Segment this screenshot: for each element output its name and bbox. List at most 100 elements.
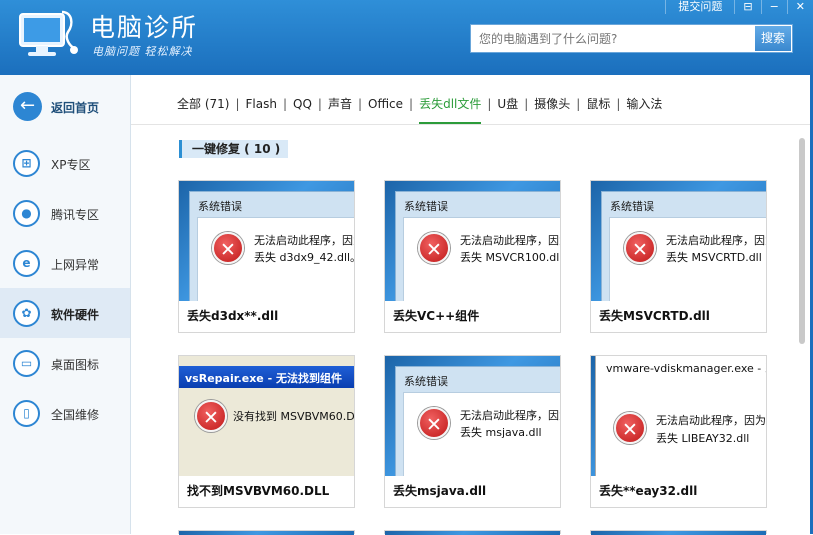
dialog-body: ✕ 无法启动此程序，因为 丢失 MSVCRTD.dll <box>609 217 766 301</box>
back-home-label: 返回首页 <box>51 101 100 115</box>
dialog-message: 无法启动此程序，因为 <box>460 234 560 247</box>
sidebar-item-label: 桌面图标 <box>51 358 100 372</box>
fix-card-partial[interactable] <box>384 530 561 535</box>
close-icon[interactable]: ✕ <box>786 0 813 14</box>
tab-mouse[interactable]: 鼠标 <box>586 96 610 124</box>
qq-penguin-icon: ● <box>13 200 40 227</box>
tab-separator: | <box>317 97 322 111</box>
error-dialog: 系统错误 ✕ 无法启动此程序，因为 丢失 MSVCRTD.dll <box>601 191 766 301</box>
tab-office[interactable]: Office <box>368 96 403 124</box>
search-input[interactable] <box>471 25 755 52</box>
dialog-message: 丢失 MSVCR100.dll <box>460 251 560 264</box>
sidebar: ← 返回首页 ⊞ XP专区 ● 腾讯专区 e 上网异常 ✿ 软件硬件 ▭ 桌面图… <box>0 75 131 534</box>
card-thumbnail <box>385 531 560 535</box>
error-icon: ✕ <box>212 232 244 264</box>
dialog-message: 丢失 MSVCRTD.dll <box>666 251 762 264</box>
back-home-button[interactable]: ← 返回首页 <box>0 75 130 137</box>
software-hardware-icon: ✿ <box>13 300 40 327</box>
search-button[interactable]: 搜索 <box>755 26 791 51</box>
error-icon: ✕ <box>614 412 646 444</box>
minimize-icon[interactable]: − <box>760 0 787 14</box>
fix-card[interactable]: 系统错误 ✕ 无法启动此程序，因为 丢失 MSVCRTD.dll 丢失MSVCR… <box>590 180 767 333</box>
sidebar-item-label: 腾讯专区 <box>51 208 100 222</box>
tab-flash[interactable]: Flash <box>246 96 277 124</box>
search-box: 搜索 <box>470 24 793 53</box>
card-label: 丢失VC++组件 <box>393 309 480 323</box>
dialog-message: 丢失 LIBEAY32.dll <box>656 432 750 445</box>
tab-input-method[interactable]: 输入法 <box>626 96 662 124</box>
content-scrollbar[interactable] <box>797 130 807 534</box>
error-icon: ✕ <box>624 232 656 264</box>
sidebar-item-xp[interactable]: ⊞ XP专区 <box>0 138 130 188</box>
tab-separator: | <box>235 97 240 111</box>
xp-title-bar: vsRepair.exe - 无法找到组件 <box>179 366 354 388</box>
sidebar-item-software-hardware[interactable]: ✿ 软件硬件 <box>0 288 130 338</box>
ie-browser-icon: e <box>13 250 40 277</box>
error-icon: ✕ <box>418 407 450 439</box>
dialog-message: 无法启动此程序，因为 <box>666 234 766 247</box>
card-thumbnail: vmware-vdiskmanager.exe - 系 ✕ 无法启动此程序，因为… <box>591 356 766 476</box>
fix-card[interactable]: vsRepair.exe - 无法找到组件 ✕ 没有找到 MSVBVM60.DL… <box>178 355 355 508</box>
app-header: 电脑诊所 电脑问题 轻松解决 提交问题 ⊟ − ✕ 搜索 <box>0 0 813 75</box>
card-label: 找不到MSVBVM60.DLL <box>187 484 330 498</box>
error-dialog: 系统错误 ✕ 无法启动此程序，因为 丢失 msjava.dll <box>395 366 560 476</box>
app-slogan: 电脑问题 轻松解决 <box>92 45 193 58</box>
dialog-title: 系统错误 <box>404 375 448 388</box>
card-thumbnail <box>179 531 354 535</box>
tab-camera[interactable]: 摄像头 <box>534 96 570 124</box>
back-arrow-icon: ← <box>13 92 42 121</box>
tab-separator: | <box>409 97 414 111</box>
feedback-link[interactable]: 提交问题 <box>665 0 734 14</box>
windows-icon: ⊞ <box>13 150 40 177</box>
tabs-divider <box>131 124 811 125</box>
card-label: 丢失**eay32.dll <box>599 484 698 498</box>
card-label: 丢失d3dx**.dll <box>187 309 279 323</box>
error-dialog: 系统错误 ✕ 无法启动此程序，因为 丢失 d3dx9_42.dll。 <box>189 191 354 301</box>
fix-card-partial[interactable] <box>590 530 767 535</box>
dialog-title: vmware-vdiskmanager.exe - 系 <box>606 362 766 375</box>
fix-card-partial[interactable] <box>178 530 355 535</box>
tab-separator: | <box>487 97 492 111</box>
dialog-title: 系统错误 <box>610 200 654 213</box>
tab-all[interactable]: 全部 (71) <box>177 96 229 124</box>
sidebar-item-label: 全国维修 <box>51 408 100 422</box>
tab-sound[interactable]: 声音 <box>328 96 352 124</box>
tab-missing-dll[interactable]: 丢失dll文件 <box>419 96 482 124</box>
card-thumbnail: 系统错误 ✕ 无法启动此程序，因为 丢失 MSVCRTD.dll <box>591 181 766 301</box>
sidebar-item-internet[interactable]: e 上网异常 <box>0 238 130 288</box>
dialog-body: ✕ 没有找到 MSVBVM60.DLL <box>179 388 354 476</box>
sidebar-item-label: 上网异常 <box>51 258 100 272</box>
phone-icon: ▯ <box>13 400 40 427</box>
dialog-title: 系统错误 <box>404 200 448 213</box>
dialog-message: 无法启动此程序，因为 <box>656 414 766 427</box>
card-thumbnail: 系统错误 ✕ 无法启动此程序，因为 丢失 MSVCR100.dll <box>385 181 560 301</box>
fix-card[interactable]: vmware-vdiskmanager.exe - 系 ✕ 无法启动此程序，因为… <box>590 355 767 508</box>
menu-icon[interactable]: ⊟ <box>734 0 760 14</box>
dialog-title: vsRepair.exe - 无法找到组件 <box>185 372 342 385</box>
dialog-body: ✕ 无法启动此程序，因为 丢失 MSVCR100.dll <box>403 217 560 301</box>
fix-card[interactable]: 系统错误 ✕ 无法启动此程序，因为 丢失 MSVCR100.dll 丢失VC++… <box>384 180 561 333</box>
sidebar-item-label: 软件硬件 <box>51 308 100 322</box>
tab-qq[interactable]: QQ <box>293 96 312 124</box>
sidebar-item-tencent[interactable]: ● 腾讯专区 <box>0 188 130 238</box>
fix-card[interactable]: 系统错误 ✕ 无法启动此程序，因为 丢失 msjava.dll 丢失msjava… <box>384 355 561 508</box>
error-icon: ✕ <box>418 232 450 264</box>
card-thumbnail: 系统错误 ✕ 无法启动此程序，因为 丢失 msjava.dll <box>385 356 560 476</box>
card-label: 丢失msjava.dll <box>393 484 487 498</box>
scrollbar-thumb[interactable] <box>799 138 805 344</box>
tab-separator: | <box>357 97 362 111</box>
fix-card[interactable]: 系统错误 ✕ 无法启动此程序，因为 丢失 d3dx9_42.dll。 丢失d3d… <box>178 180 355 333</box>
sidebar-item-desktop-icons[interactable]: ▭ 桌面图标 <box>0 338 130 388</box>
sidebar-item-repair[interactable]: ▯ 全国维修 <box>0 388 130 438</box>
error-dialog: 系统错误 ✕ 无法启动此程序，因为 丢失 MSVCR100.dll <box>395 191 560 301</box>
tab-separator: | <box>576 97 581 111</box>
dialog-message: 丢失 msjava.dll <box>460 426 542 439</box>
card-thumbnail: vsRepair.exe - 无法找到组件 ✕ 没有找到 MSVBVM60.DL… <box>179 356 354 476</box>
card-label: 丢失MSVCRTD.dll <box>599 309 710 323</box>
app-title: 电脑诊所 <box>90 13 199 42</box>
monitor-stethoscope-logo-icon <box>19 10 78 56</box>
tab-separator: | <box>282 97 287 111</box>
dialog-message: 无法启动此程序，因为 <box>460 409 560 422</box>
tab-usb[interactable]: U盘 <box>497 96 518 124</box>
dialog-body: ✕ 无法启动此程序，因为 丢失 d3dx9_42.dll。 <box>197 217 354 301</box>
